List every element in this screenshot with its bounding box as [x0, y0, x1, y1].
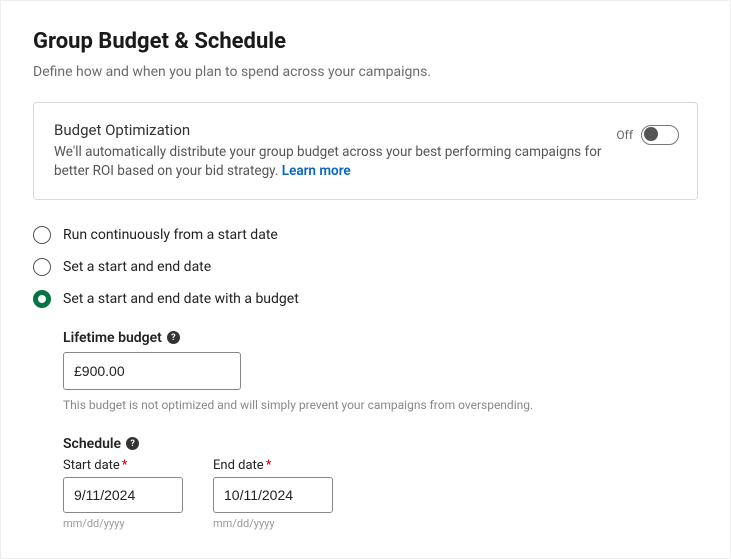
radio-icon [33, 226, 51, 244]
label-text: End date [213, 458, 264, 473]
end-date-column: End date* mm/dd/yyyy [213, 458, 333, 530]
budget-optimization-toggle[interactable] [641, 125, 679, 145]
label-text: Lifetime budget [63, 330, 162, 346]
page-subtitle: Define how and when you plan to spend ac… [33, 64, 698, 80]
radio-start-end-date[interactable]: Set a start and end date [33, 258, 698, 276]
label-text: Schedule [63, 436, 121, 452]
start-date-format-hint: mm/dd/yyyy [63, 517, 183, 530]
radio-icon-selected [33, 290, 51, 308]
date-row: Start date* mm/dd/yyyy End date* mm/dd/y… [63, 458, 698, 530]
toggle-knob [644, 127, 658, 141]
label-text: Start date [63, 458, 120, 473]
required-asterisk: * [122, 458, 128, 473]
start-date-input[interactable] [63, 477, 183, 513]
radio-start-end-date-budget[interactable]: Set a start and end date with a budget [33, 290, 698, 308]
radio-label: Set a start and end date [63, 259, 211, 275]
end-date-format-hint: mm/dd/yyyy [213, 517, 333, 530]
required-asterisk: * [266, 458, 272, 473]
radio-label: Set a start and end date with a budget [63, 291, 299, 307]
card-title: Budget Optimization [54, 121, 677, 139]
radio-icon [33, 258, 51, 276]
help-icon[interactable]: ? [126, 437, 139, 450]
lifetime-budget-input[interactable] [63, 352, 241, 390]
budget-schedule-section: Lifetime budget ? This budget is not opt… [63, 330, 698, 530]
help-icon[interactable]: ? [167, 331, 180, 344]
budget-optimization-card: Budget Optimization We'll automatically … [33, 102, 698, 200]
toggle-state-label: Off [616, 128, 633, 142]
card-description: We'll automatically distribute your grou… [54, 143, 604, 181]
schedule-radio-group: Run continuously from a start date Set a… [33, 226, 698, 308]
lifetime-budget-label: Lifetime budget ? [63, 330, 698, 346]
budget-helper-text: This budget is not optimized and will si… [63, 398, 698, 412]
page-title: Group Budget & Schedule [33, 29, 698, 54]
toggle-container: Off [616, 125, 679, 145]
budget-schedule-panel: Group Budget & Schedule Define how and w… [0, 0, 731, 559]
schedule-label: Schedule ? [63, 436, 698, 452]
radio-run-continuously[interactable]: Run continuously from a start date [33, 226, 698, 244]
end-date-label: End date* [213, 458, 333, 473]
start-date-label: Start date* [63, 458, 183, 473]
radio-label: Run continuously from a start date [63, 227, 278, 243]
start-date-column: Start date* mm/dd/yyyy [63, 458, 183, 530]
end-date-input[interactable] [213, 477, 333, 513]
learn-more-link[interactable]: Learn more [282, 163, 351, 179]
